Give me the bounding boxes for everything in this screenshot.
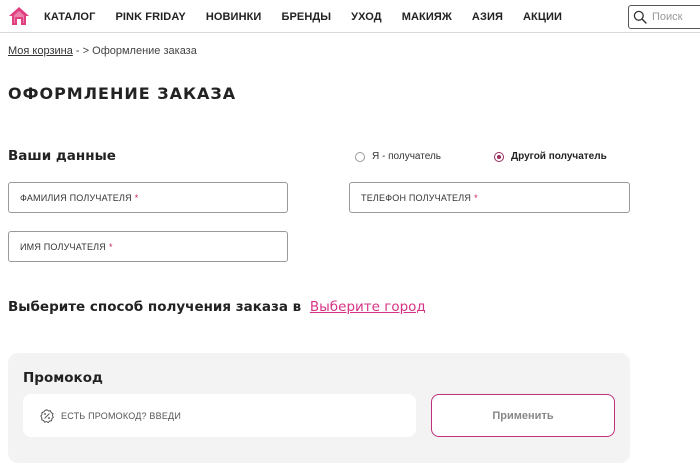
delivery-title: Выберите способ получения заказа в Выбер… [8,299,426,315]
percent-badge-icon [40,408,54,423]
required-mark: * [108,241,113,252]
radio-circle [355,151,365,162]
nav-menu: КАТАЛОГ PINK FRIDAY НОВИНКИ БРЕНДЫ УХОД … [44,0,582,33]
nav-item-brands[interactable]: БРЕНДЫ [281,11,331,23]
home-icon[interactable] [8,6,30,26]
last-name-field[interactable]: ФАМИЛИЯ ПОЛУЧАТЕЛЯ * [8,182,288,213]
radio-self-recipient[interactable]: Я - получатель [355,151,441,162]
nav-item-pink-friday[interactable]: PINK FRIDAY [115,11,185,23]
breadcrumb-current: Оформление заказа [92,45,197,57]
search-icon [633,10,647,24]
radio-circle [494,151,504,162]
your-data-title: Ваши данные [8,148,116,164]
breadcrumb: Моя корзина - > Оформление заказа [8,45,197,57]
nav-item-asia[interactable]: АЗИЯ [472,11,503,23]
promo-code-input[interactable]: ЕСТЬ ПРОМОКОД? ВВЕДИ [23,394,416,437]
search-box[interactable] [628,5,700,29]
nav-item-new[interactable]: НОВИНКИ [206,11,262,23]
first-name-label: ИМЯ ПОЛУЧАТЕЛЯ [20,241,106,252]
delivery-title-text: Выберите способ получения заказа в [8,299,302,315]
promo-title: Промокод [23,370,103,386]
breadcrumb-cart-link[interactable]: Моя корзина [8,45,73,57]
choose-city-link[interactable]: Выберите город [310,299,426,315]
required-mark: * [134,192,139,203]
page-title: ОФОРМЛЕНИЕ ЗАКАЗА [8,84,237,103]
first-name-field[interactable]: ИМЯ ПОЛУЧАТЕЛЯ * [8,231,288,262]
radio-label: Другой получатель [511,151,607,162]
phone-label: ТЕЛЕФОН ПОЛУЧАТЕЛЯ [361,192,472,203]
promo-placeholder: ЕСТЬ ПРОМОКОД? ВВЕДИ [61,410,181,421]
nav-item-care[interactable]: УХОД [351,11,382,23]
nav-item-catalog[interactable]: КАТАЛОГ [44,11,95,23]
radio-other-recipient[interactable]: Другой получатель [494,151,607,162]
search-input[interactable] [652,11,700,23]
breadcrumb-separator: - > [75,45,90,57]
phone-field[interactable]: ТЕЛЕФОН ПОЛУЧАТЕЛЯ * [349,182,630,213]
required-mark: * [474,192,478,203]
last-name-label: ФАМИЛИЯ ПОЛУЧАТЕЛЯ [20,192,132,203]
apply-promo-button[interactable]: Применить [431,394,615,437]
top-navigation: КАТАЛОГ PINK FRIDAY НОВИНКИ БРЕНДЫ УХОД … [0,0,700,33]
nav-item-sales[interactable]: АКЦИИ [523,11,562,23]
nav-item-makeup[interactable]: МАКИЯЖ [402,11,452,23]
promo-card: Промокод ЕСТЬ ПРОМОКОД? ВВЕДИ Применить [8,353,630,463]
radio-label: Я - получатель [372,151,441,162]
